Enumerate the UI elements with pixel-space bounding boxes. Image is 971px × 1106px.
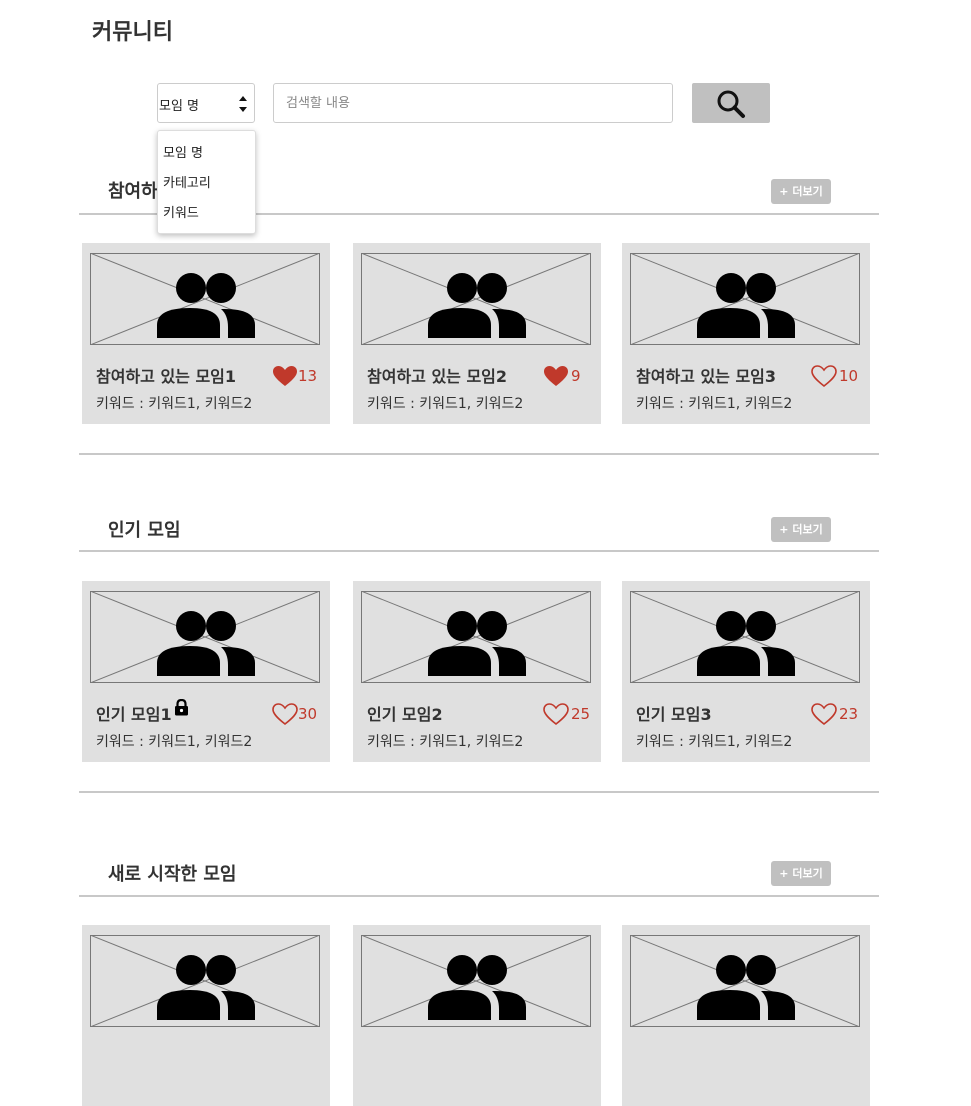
section-divider: [79, 453, 879, 455]
like-count: 30: [298, 705, 318, 723]
section-title-new: 새로 시작한 모임: [108, 864, 237, 885]
group-card[interactable]: [82, 925, 330, 1106]
card-title-text: 인기 모임1: [96, 705, 172, 724]
more-button-joined[interactable]: + 더보기: [771, 179, 831, 204]
card-title: 인기 모임2: [367, 701, 443, 725]
like-count: 25: [571, 705, 591, 723]
group-people-icon: [157, 273, 255, 338]
group-image-placeholder: [90, 935, 320, 1027]
like-count: 23: [839, 705, 859, 723]
group-card[interactable]: 참여하고 있는 모임3 키워드 : 키워드1, 키워드2 10: [622, 243, 870, 424]
card-title: 참여하고 있는 모임3: [636, 363, 776, 387]
group-image-placeholder: [361, 591, 591, 683]
dropdown-option-category[interactable]: 카테고리: [163, 172, 211, 191]
section-divider: [79, 550, 879, 552]
search-type-dropdown: 모임 명 카테고리 키워드: [157, 130, 256, 234]
group-people-icon: [157, 611, 255, 676]
select-arrows-icon: [239, 96, 247, 112]
group-card[interactable]: 참여하고 있는 모임1 키워드 : 키워드1, 키워드2 13: [82, 243, 330, 424]
more-button-popular[interactable]: + 더보기: [771, 517, 831, 542]
card-title-text: 참여하고 있는 모임1: [96, 367, 237, 386]
card-title-text: 참여하고 있는 모임3: [636, 367, 777, 386]
search-button[interactable]: [692, 83, 770, 123]
group-people-icon: [697, 273, 795, 338]
section-title-popular: 인기 모임: [108, 520, 181, 541]
card-keywords: 키워드 : 키워드1, 키워드2: [96, 396, 253, 412]
search-input[interactable]: [273, 83, 673, 123]
group-card[interactable]: [353, 925, 601, 1106]
card-keywords: 키워드 : 키워드1, 키워드2: [367, 734, 524, 750]
group-people-icon: [428, 611, 526, 676]
group-people-icon: [697, 611, 795, 676]
group-image-placeholder: [361, 935, 591, 1027]
like-count: 13: [298, 367, 318, 385]
lock-icon: [174, 699, 188, 716]
card-keywords: 키워드 : 키워드1, 키워드2: [636, 396, 793, 412]
heart-icon[interactable]: [272, 703, 298, 725]
group-card[interactable]: [622, 925, 870, 1106]
group-people-icon: [697, 955, 795, 1020]
search-icon: [717, 90, 745, 118]
page-title: 커뮤니티: [92, 20, 173, 45]
search-type-value: 모임 명: [159, 99, 200, 114]
card-title: 인기 모임1: [96, 699, 189, 725]
like-count: 9: [571, 367, 581, 385]
group-people-icon: [157, 955, 255, 1020]
card-title-text: 인기 모임3: [636, 705, 712, 724]
heart-icon[interactable]: [272, 365, 298, 387]
like-count: 10: [839, 367, 859, 385]
group-people-icon: [428, 273, 526, 338]
card-title-text: 인기 모임2: [367, 705, 443, 724]
more-button-new[interactable]: + 더보기: [771, 861, 831, 886]
card-title: 참여하고 있는 모임2: [367, 363, 507, 387]
card-keywords: 키워드 : 키워드1, 키워드2: [636, 734, 793, 750]
card-keywords: 키워드 : 키워드1, 키워드2: [367, 396, 524, 412]
heart-icon[interactable]: [543, 365, 569, 387]
dropdown-option-keyword[interactable]: 키워드: [163, 202, 199, 221]
group-image-placeholder: [630, 253, 860, 345]
section-divider: [79, 791, 879, 793]
card-title: 참여하고 있는 모임1: [96, 363, 236, 387]
group-card[interactable]: 인기 모임1 키워드 : 키워드1, 키워드2 30: [82, 581, 330, 762]
heart-icon[interactable]: [811, 703, 837, 725]
group-people-icon: [428, 955, 526, 1020]
search-type-select[interactable]: 모임 명: [157, 83, 255, 123]
group-card[interactable]: 인기 모임3 키워드 : 키워드1, 키워드2 23: [622, 581, 870, 762]
heart-icon[interactable]: [543, 703, 569, 725]
dropdown-option-name[interactable]: 모임 명: [163, 142, 203, 161]
card-title: 인기 모임3: [636, 701, 712, 725]
group-image-placeholder: [90, 591, 320, 683]
group-image-placeholder: [630, 935, 860, 1027]
group-image-placeholder: [630, 591, 860, 683]
group-card[interactable]: 인기 모임2 키워드 : 키워드1, 키워드2 25: [353, 581, 601, 762]
card-title-text: 참여하고 있는 모임2: [367, 367, 508, 386]
group-card[interactable]: 참여하고 있는 모임2 키워드 : 키워드1, 키워드2 9: [353, 243, 601, 424]
heart-icon[interactable]: [811, 365, 837, 387]
group-image-placeholder: [90, 253, 320, 345]
group-image-placeholder: [361, 253, 591, 345]
card-keywords: 키워드 : 키워드1, 키워드2: [96, 734, 253, 750]
section-divider: [79, 895, 879, 897]
